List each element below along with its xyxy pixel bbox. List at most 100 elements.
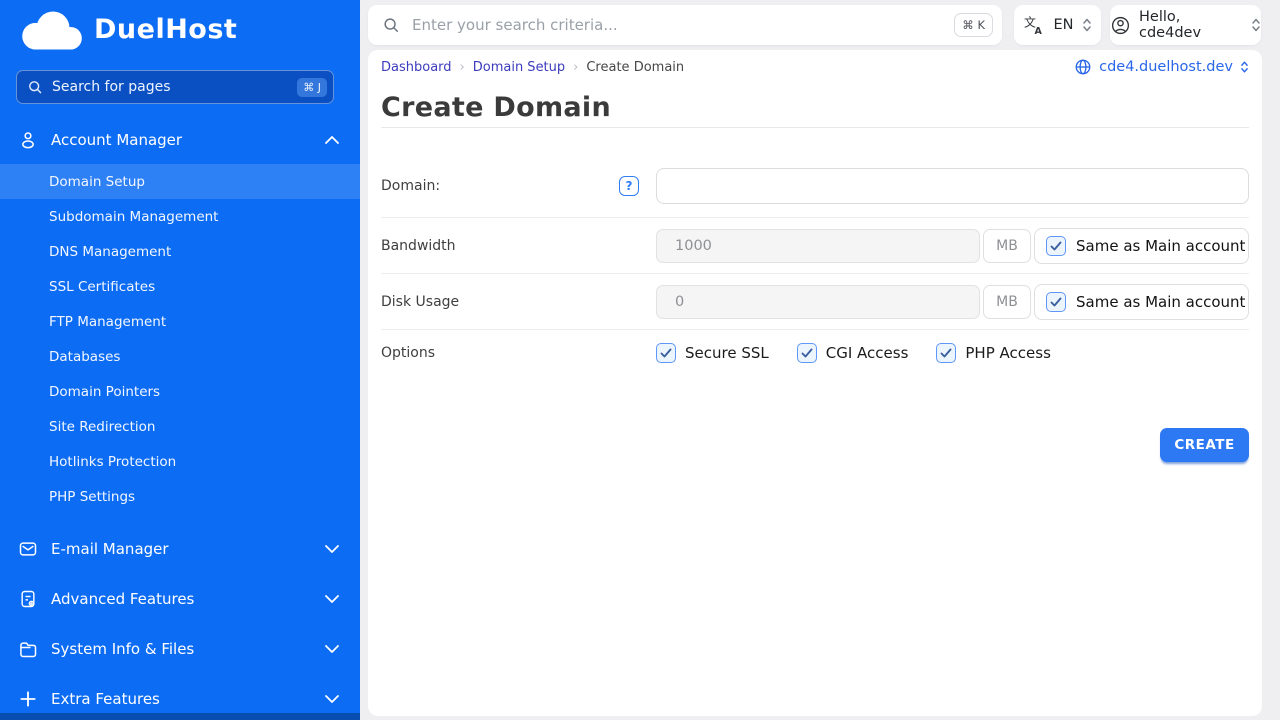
chevron-up-icon <box>324 135 340 145</box>
sidebar-item-label: DNS Management <box>49 244 171 260</box>
cgi-access-checkbox[interactable] <box>797 343 817 363</box>
plus-icon <box>18 689 38 709</box>
secure-ssl-checkbox[interactable] <box>656 343 676 363</box>
disk-usage-input <box>656 285 980 319</box>
breadcrumb: Dashboard › Domain Setup › Create Domain <box>381 60 684 75</box>
help-button[interactable]: ? <box>619 176 639 196</box>
title-divider <box>381 127 1249 128</box>
bandwidth-unit: MB <box>983 229 1031 263</box>
sidebar-section-email-manager[interactable]: E-mail Manager <box>0 531 360 567</box>
user-circle-icon <box>1110 15 1131 36</box>
svg-text:A: A <box>1035 26 1043 36</box>
domain-selector-value: cde4.duelhost.dev <box>1099 59 1233 75</box>
sidebar-item-label: Domain Pointers <box>49 384 160 400</box>
breadcrumb-separator: › <box>573 60 578 75</box>
sidebar: DuelHost Search for pages ⌘ J Account Ma… <box>0 0 360 720</box>
bandwidth-same-as-main: Same as Main account <box>1034 228 1249 264</box>
breadcrumb-dashboard[interactable]: Dashboard <box>381 60 452 75</box>
sidebar-item-label: PHP Settings <box>49 489 135 505</box>
chevron-down-icon <box>324 594 340 604</box>
cloud-logo-icon <box>14 6 88 52</box>
global-search-input[interactable] <box>412 16 954 34</box>
chevron-down-icon <box>324 644 340 654</box>
disk-usage-unit: MB <box>983 285 1031 319</box>
sidebar-item-subdomain-management[interactable]: Subdomain Management <box>0 199 360 234</box>
breadcrumb-separator: › <box>460 60 465 75</box>
translate-icon: 文A <box>1023 14 1045 36</box>
option-secure-ssl: Secure SSL <box>656 343 769 363</box>
sidebar-item-label: FTP Management <box>49 314 166 330</box>
user-icon <box>18 130 38 150</box>
search-icon <box>27 79 43 95</box>
option-cgi-access: CGI Access <box>797 343 909 363</box>
sidebar-item-label: Databases <box>49 349 120 365</box>
brand-name: DuelHost <box>94 14 237 45</box>
sidebar-section-extra-features[interactable]: Extra Features <box>0 681 360 717</box>
language-value: EN <box>1053 17 1073 33</box>
sidebar-footer-strip <box>0 713 360 720</box>
sidebar-item-label: SSL Certificates <box>49 279 155 295</box>
domain-label: Domain: <box>381 178 619 194</box>
options-label: Options <box>381 345 656 361</box>
disk-usage-row: Disk Usage MB Same as Main account <box>381 274 1249 330</box>
same-as-main-label: Same as Main account <box>1076 293 1245 311</box>
page-title: Create Domain <box>381 92 611 123</box>
sidebar-item-label: Domain Setup <box>49 174 145 190</box>
section-label: Extra Features <box>51 690 324 708</box>
domain-input[interactable] <box>656 168 1249 204</box>
option-php-access: PHP Access <box>936 343 1051 363</box>
envelope-icon <box>18 539 38 559</box>
sidebar-item-label: Site Redirection <box>49 419 155 435</box>
sidebar-item-site-redirection[interactable]: Site Redirection <box>0 409 360 444</box>
breadcrumb-domain-setup[interactable]: Domain Setup <box>473 60 565 75</box>
bandwidth-same-checkbox[interactable] <box>1046 236 1066 256</box>
disk-same-as-main: Same as Main account <box>1034 284 1249 320</box>
sidebar-item-hotlinks-protection[interactable]: Hotlinks Protection <box>0 444 360 479</box>
user-greeting: Hello, cde4dev <box>1139 9 1243 41</box>
sidebar-item-label: Hotlinks Protection <box>49 454 176 470</box>
bandwidth-input <box>656 229 980 263</box>
search-icon <box>382 16 400 34</box>
sidebar-search-placeholder: Search for pages <box>52 79 297 95</box>
same-as-main-label: Same as Main account <box>1076 237 1245 255</box>
sidebar-item-domain-pointers[interactable]: Domain Pointers <box>0 374 360 409</box>
php-access-checkbox[interactable] <box>936 343 956 363</box>
option-label: Secure SSL <box>685 344 769 362</box>
global-search-shortcut-badge: ⌘ K <box>954 13 993 37</box>
sidebar-item-domain-setup[interactable]: Domain Setup <box>0 164 360 199</box>
domain-row: Domain: ? <box>381 155 1249 218</box>
submit-row: CREATE <box>1160 428 1249 462</box>
sidebar-search-shortcut-badge: ⌘ J <box>297 78 327 97</box>
breadcrumb-current: Create Domain <box>586 60 684 75</box>
folder-icon <box>18 639 38 659</box>
content-card: Dashboard › Domain Setup › Create Domain… <box>368 50 1262 716</box>
sidebar-item-label: Subdomain Management <box>49 209 218 225</box>
sidebar-item-ftp-management[interactable]: FTP Management <box>0 304 360 339</box>
sidebar-search[interactable]: Search for pages ⌘ J <box>16 70 334 104</box>
chevron-down-icon <box>324 544 340 554</box>
file-gear-icon <box>18 589 38 609</box>
bandwidth-row: Bandwidth MB Same as Main account <box>381 218 1249 274</box>
sidebar-item-php-settings[interactable]: PHP Settings <box>0 479 360 514</box>
sidebar-section-system-info-files[interactable]: System Info & Files <box>0 631 360 667</box>
user-menu[interactable]: Hello, cde4dev <box>1110 5 1261 45</box>
sidebar-item-ssl-certificates[interactable]: SSL Certificates <box>0 269 360 304</box>
option-label: PHP Access <box>965 344 1051 362</box>
sidebar-item-databases[interactable]: Databases <box>0 339 360 374</box>
sidebar-item-dns-management[interactable]: DNS Management <box>0 234 360 269</box>
bandwidth-label: Bandwidth <box>381 238 656 254</box>
unfold-more-icon <box>1251 17 1261 33</box>
brand-logo[interactable]: DuelHost <box>14 6 237 52</box>
section-label: E-mail Manager <box>51 540 324 558</box>
section-label: Account Manager <box>51 131 324 149</box>
sidebar-section-advanced-features[interactable]: Advanced Features <box>0 581 360 617</box>
option-label: CGI Access <box>826 344 909 362</box>
language-selector[interactable]: 文A EN <box>1014 5 1101 45</box>
disk-same-checkbox[interactable] <box>1046 292 1066 312</box>
create-domain-form: Domain: ? Bandwidth MB Same as Main acco… <box>381 155 1249 375</box>
global-search-bar[interactable]: ⌘ K <box>368 5 1002 45</box>
create-button[interactable]: CREATE <box>1160 428 1249 462</box>
section-label: Advanced Features <box>51 590 324 608</box>
domain-selector[interactable]: cde4.duelhost.dev <box>1074 58 1249 76</box>
sidebar-section-account-manager[interactable]: Account Manager <box>0 122 360 158</box>
